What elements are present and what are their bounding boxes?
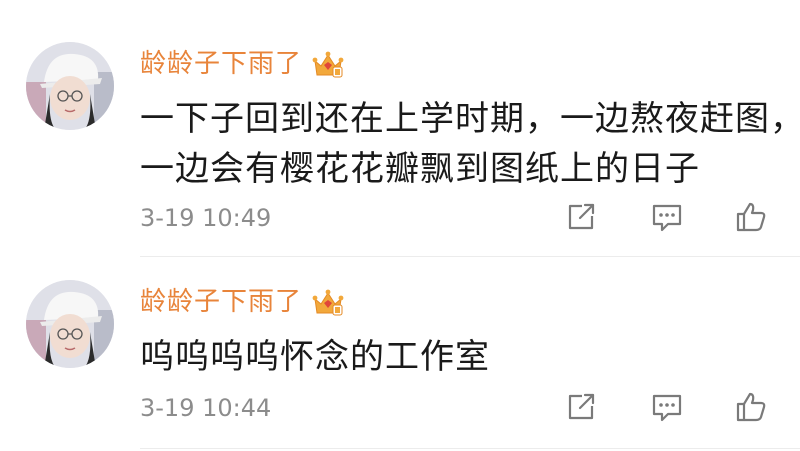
comment-timestamp: 3-19 10:44 <box>140 394 272 422</box>
like-button[interactable] <box>734 200 768 234</box>
share-button[interactable] <box>564 390 598 424</box>
comment-text-line: 呜呜呜呜怀念的工作室 <box>140 337 490 377</box>
comment-text-line: 一下子回到还在上学时期，一边熬夜赶图， <box>140 99 800 139</box>
username-link[interactable]: 龄龄子下雨了 <box>140 46 302 82</box>
comment-text-line: 一边会有樱花花瓣飘到图纸上的日子 <box>140 149 700 189</box>
comment-icon <box>652 204 682 232</box>
comment-timestamp: 3-19 10:49 <box>140 204 272 232</box>
thumbs-up-icon <box>736 202 766 232</box>
divider <box>140 256 800 257</box>
like-button[interactable] <box>734 390 768 424</box>
username-row: 龄龄子下雨了 <box>140 46 344 82</box>
comment-meta-row: 3-19 10:49 <box>140 198 776 238</box>
reply-button[interactable] <box>650 390 684 424</box>
reply-button[interactable] <box>650 200 684 234</box>
crown-vip-icon[interactable] <box>312 287 344 317</box>
comment-list: 龄龄子下雨了 一下子回到还在上学时期，一边熬夜赶图， 一边会有樱花花瓣飘到图纸上… <box>0 0 800 451</box>
avatar[interactable] <box>26 280 114 368</box>
divider <box>140 448 800 449</box>
avatar[interactable] <box>26 42 114 130</box>
share-icon <box>568 203 595 230</box>
user-avatar-image <box>26 42 114 130</box>
username-link[interactable]: 龄龄子下雨了 <box>140 284 302 320</box>
username-row: 龄龄子下雨了 <box>140 284 344 320</box>
comment-item: 龄龄子下雨了 呜呜呜呜怀念的工作室 3-19 10:44 <box>0 258 800 451</box>
comment-text: 呜呜呜呜怀念的工作室 <box>140 332 780 382</box>
crown-vip-icon[interactable] <box>312 49 344 79</box>
comment-meta-row: 3-19 10:44 <box>140 388 776 428</box>
thumbs-up-icon <box>736 392 766 422</box>
share-button[interactable] <box>564 200 598 234</box>
comment-icon <box>652 394 682 422</box>
share-icon <box>568 393 595 420</box>
comment-text: 一下子回到还在上学时期，一边熬夜赶图， 一边会有樱花花瓣飘到图纸上的日子 <box>140 94 800 194</box>
comment-item: 龄龄子下雨了 一下子回到还在上学时期，一边熬夜赶图， 一边会有樱花花瓣飘到图纸上… <box>0 0 800 258</box>
user-avatar-image <box>26 280 114 368</box>
